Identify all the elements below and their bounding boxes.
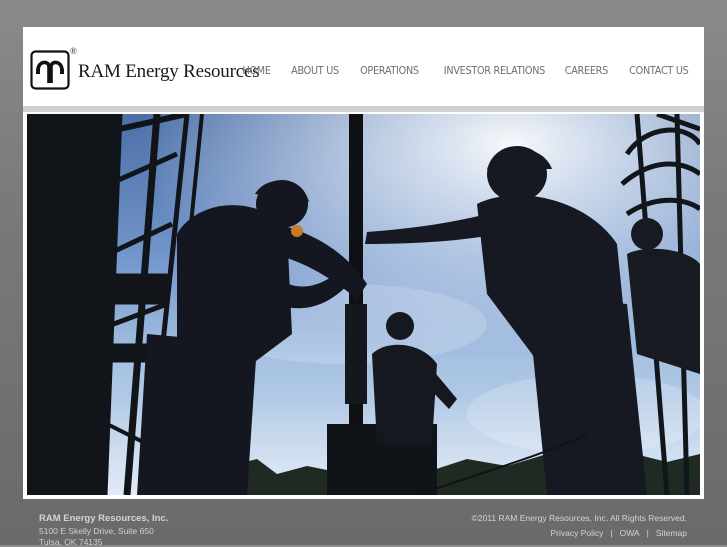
nav-investor-relations[interactable]: INVESTOR RELATIONS: [443, 65, 545, 77]
oil-rig-workers-photo: [27, 114, 700, 495]
nav-about-us[interactable]: ABOUT US: [291, 65, 339, 77]
nav-contact-us[interactable]: CONTACT US: [629, 65, 689, 77]
footer-address-line1: 5100 E Skelly Drive, Suite 650: [39, 526, 154, 536]
footer-copyright: ©2011 RAM Energy Resources, Inc. All Rig…: [471, 513, 687, 523]
footer-link-separator: |: [646, 528, 649, 538]
nav-home[interactable]: HOME: [243, 65, 271, 77]
footer-company-name: RAM Energy Resources, Inc.: [39, 513, 169, 524]
footer-links: Privacy Policy | OWA | Sitemap: [550, 528, 687, 538]
site-header: ® RAM Energy Resources HOME ABOUT US OPE…: [23, 27, 704, 106]
nav-careers[interactable]: CAREERS: [564, 65, 607, 77]
footer-link-privacy-policy[interactable]: Privacy Policy: [550, 528, 603, 538]
footer-link-sitemap[interactable]: Sitemap: [656, 528, 687, 538]
footer-address-line2: Tulsa, OK 74135: [39, 537, 103, 547]
footer-link-separator: |: [610, 528, 613, 538]
nav-operations[interactable]: OPERATIONS: [360, 65, 419, 77]
site-footer: RAM Energy Resources, Inc. 5100 E Skelly…: [0, 505, 727, 547]
page-container: ® RAM Energy Resources HOME ABOUT US OPE…: [23, 27, 704, 499]
header-divider: [23, 106, 704, 112]
main-nav: HOME ABOUT US OPERATIONS INVESTOR RELATI…: [224, 65, 689, 77]
hero-image: [27, 114, 700, 495]
registered-mark: ®: [70, 46, 77, 56]
ram-logo-icon: ®: [30, 46, 77, 90]
footer-link-owa[interactable]: OWA: [620, 528, 640, 538]
